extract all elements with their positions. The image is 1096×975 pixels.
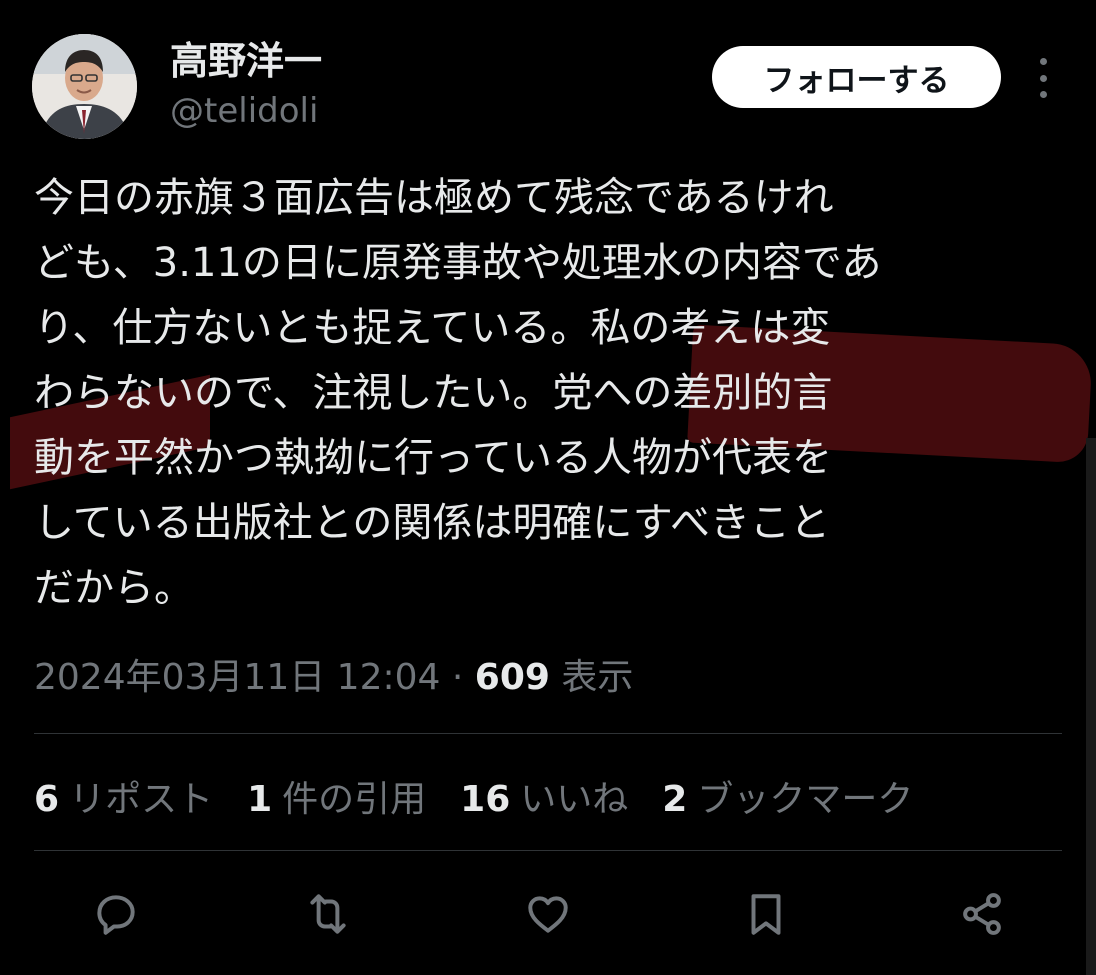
share-icon [963, 893, 1001, 935]
stat-bookmarks[interactable]: 2 ブックマーク [662, 770, 913, 822]
more-options-icon[interactable] [1030, 58, 1056, 98]
tweet-text-line: ども、3.11の日に原発事故や処理水の内容であ [34, 240, 882, 286]
avatar[interactable] [32, 34, 137, 139]
handle[interactable]: @telidoli [170, 90, 318, 132]
tweet-text-line: わらないので、注視したい。党への差別的言 [34, 370, 833, 416]
divider [34, 850, 1062, 851]
repost-button[interactable] [296, 882, 360, 946]
tweet-text: 今日の赤旗３面広告は極めて残念であるけれ ども、3.11の日に原発事故や処理水の… [34, 166, 1074, 621]
scrollbar[interactable] [1086, 438, 1096, 975]
repost-icon [310, 894, 346, 934]
like-icon [528, 896, 568, 933]
reply-button[interactable] [84, 882, 148, 946]
stat-reposts[interactable]: 6 リポスト [34, 770, 213, 822]
tweet-text-line: 動を平然かつ執拗に行っている人物が代表を [34, 435, 832, 481]
timestamp[interactable]: 2024年03月11日 12:04 [34, 657, 440, 698]
bookmark-icon [751, 894, 781, 935]
tweet-actions [70, 882, 1050, 946]
tweet-text-line: している出版社との関係は明確にすべきこと [34, 500, 830, 546]
tweet-meta: 2024年03月11日 12:04 · 609 表示 [34, 650, 633, 706]
tweet-page: 高野洋一 @telidoli フォローする 今日の赤旗３面広告は極めて残念である… [0, 0, 1096, 975]
bookmark-button[interactable] [734, 882, 798, 946]
share-button[interactable] [950, 882, 1014, 946]
engagement-stats: 6 リポスト 1 件の引用 16 いいね 2 ブックマーク [34, 768, 947, 824]
reply-icon [97, 895, 135, 935]
tweet-text-line: 今日の赤旗３面広告は極めて残念であるけれ [34, 175, 834, 221]
views-count: 609 [474, 657, 550, 698]
stat-likes[interactable]: 16 いいね [460, 770, 628, 822]
stat-quotes[interactable]: 1 件の引用 [247, 770, 426, 822]
like-button[interactable] [516, 882, 580, 946]
avatar-photo-icon [32, 34, 137, 139]
divider [34, 733, 1062, 734]
tweet-text-line: だから。 [34, 565, 194, 611]
follow-button[interactable]: フォローする [712, 46, 1001, 108]
display-name[interactable]: 高野洋一 [170, 38, 322, 84]
meta-separator: · [451, 657, 464, 698]
tweet-text-line: り、仕方ないとも捉えている。私の考えは変 [34, 305, 831, 351]
views-label: 表示 [561, 657, 634, 698]
